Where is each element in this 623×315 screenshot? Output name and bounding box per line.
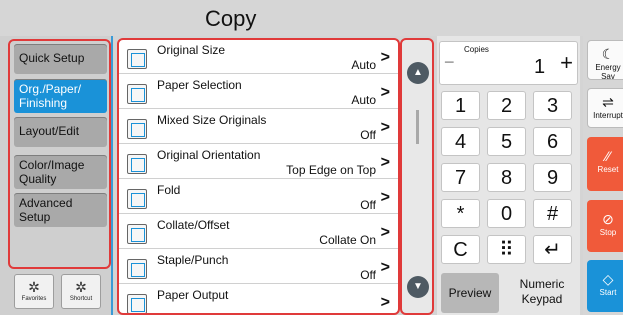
copies-value: 1 bbox=[534, 56, 546, 78]
original-size-icon bbox=[127, 49, 147, 69]
interrupt-button[interactable]: ⇌ Interrupt bbox=[587, 88, 623, 128]
chevron-down-icon: ▼ bbox=[413, 281, 423, 292]
energy-saver-button[interactable]: ☾ Energy Sav bbox=[587, 40, 623, 80]
category-highlight: Quick Setup Org./Paper/ Finishing Layout… bbox=[8, 39, 111, 269]
setting-value: Collate On bbox=[319, 233, 376, 247]
setting-label: Fold bbox=[157, 183, 181, 197]
favorites-button[interactable]: ✲ Favorites bbox=[14, 274, 54, 309]
scrollbar-thumb[interactable] bbox=[416, 110, 419, 144]
moon-icon: ☾ bbox=[601, 46, 615, 62]
original-orientation-icon bbox=[127, 154, 147, 174]
shortcut-icon: ✲ bbox=[75, 279, 87, 295]
chevron-right-icon: > bbox=[380, 294, 390, 311]
interrupt-icon: ⇌ bbox=[602, 94, 614, 110]
scroll-down-button[interactable]: ▼ bbox=[407, 276, 429, 298]
setting-label: Original Orientation bbox=[157, 148, 261, 162]
energy-saver-label: Energy Sav bbox=[595, 63, 621, 80]
category-layout-edit[interactable]: Layout/Edit bbox=[14, 117, 107, 147]
key-1[interactable]: 1 bbox=[441, 91, 480, 120]
setting-label: Mixed Size Originals bbox=[157, 113, 267, 127]
key-hash[interactable]: # bbox=[533, 199, 572, 228]
paper-output-icon bbox=[127, 294, 147, 313]
category-org-paper-finishing[interactable]: Org./Paper/ Finishing bbox=[14, 79, 107, 113]
chevron-right-icon: > bbox=[380, 224, 390, 241]
setting-value: Top Edge on Top bbox=[286, 163, 376, 177]
setting-value: Off bbox=[360, 198, 376, 212]
category-color-image-quality[interactable]: Color/Image Quality bbox=[14, 155, 107, 189]
stop-icon: ⊘ bbox=[602, 211, 614, 227]
start-button[interactable]: ◇ Start bbox=[587, 260, 623, 312]
title-bar: Copy bbox=[0, 0, 623, 36]
reset-button[interactable]: ⁄⁄ Reset bbox=[587, 137, 623, 191]
key-5[interactable]: 5 bbox=[487, 127, 526, 156]
setting-value: Off bbox=[360, 128, 376, 142]
chevron-right-icon: > bbox=[380, 154, 390, 171]
key-3[interactable]: 3 bbox=[533, 91, 572, 120]
setting-label: Paper Selection bbox=[157, 78, 242, 92]
scroll-up-button[interactable]: ▲ bbox=[407, 62, 429, 84]
start-label: Start bbox=[599, 288, 617, 297]
chevron-right-icon: > bbox=[380, 259, 390, 276]
chevron-right-icon: > bbox=[380, 119, 390, 136]
category-quick-setup[interactable]: Quick Setup bbox=[14, 44, 107, 74]
key-asterisk[interactable]: * bbox=[441, 199, 480, 228]
key-9[interactable]: 9 bbox=[533, 163, 572, 192]
fold-icon bbox=[127, 189, 147, 209]
key-clear[interactable]: C bbox=[441, 235, 480, 264]
copies-label: Copies bbox=[464, 45, 489, 54]
setting-value: Auto bbox=[351, 93, 376, 107]
setting-value: Auto bbox=[351, 58, 376, 72]
setting-row-fold[interactable]: Fold Off > bbox=[119, 180, 398, 214]
setting-label: Collate/Offset bbox=[157, 218, 230, 232]
interrupt-label: Interrupt bbox=[593, 111, 623, 120]
preview-button[interactable]: Preview bbox=[441, 273, 499, 313]
paper-selection-icon bbox=[127, 84, 147, 104]
start-icon: ◇ bbox=[602, 271, 614, 287]
key-6[interactable]: 6 bbox=[533, 127, 572, 156]
setting-value: Off bbox=[360, 268, 376, 282]
setting-label: Staple/Punch bbox=[157, 253, 229, 267]
setting-label: Paper Output bbox=[157, 288, 229, 302]
favorites-label: Favorites bbox=[21, 296, 47, 302]
shortcut-button[interactable]: ✲ Shortcut bbox=[61, 274, 101, 309]
copies-field[interactable]: − Copies 1 + bbox=[439, 41, 578, 85]
stop-button[interactable]: ⊘ Stop bbox=[587, 200, 623, 252]
key-0[interactable]: 0 bbox=[487, 199, 526, 228]
reset-label: Reset bbox=[597, 165, 619, 174]
setting-row-paper-selection[interactable]: Paper Selection Auto > bbox=[119, 75, 398, 109]
setting-row-mixed-size-originals[interactable]: Mixed Size Originals Off > bbox=[119, 110, 398, 144]
key-grid[interactable]: ⠿ bbox=[487, 235, 526, 264]
settings-list: Original Size Auto > Paper Selection Aut… bbox=[117, 38, 400, 315]
setting-row-original-orientation[interactable]: Original Orientation Top Edge on Top > bbox=[119, 145, 398, 179]
numeric-keypad-button[interactable]: Numeric Keypad bbox=[507, 273, 577, 313]
chevron-right-icon: > bbox=[380, 189, 390, 206]
key-8[interactable]: 8 bbox=[487, 163, 526, 192]
key-2[interactable]: 2 bbox=[487, 91, 526, 120]
key-enter[interactable]: ↵ bbox=[533, 235, 572, 264]
key-7[interactable]: 7 bbox=[441, 163, 480, 192]
page-title: Copy bbox=[205, 6, 257, 31]
collate-offset-icon bbox=[127, 224, 147, 244]
staple-punch-icon bbox=[127, 259, 147, 279]
setting-label: Original Size bbox=[157, 43, 226, 57]
mixed-size-originals-icon bbox=[127, 119, 147, 139]
keypad-panel: − Copies 1 + 1 2 3 4 5 6 7 8 9 * 0 # C ⠿… bbox=[437, 36, 580, 315]
setting-row-paper-output[interactable]: Paper Output > bbox=[119, 285, 398, 313]
setting-row-collate-offset[interactable]: Collate/Offset Collate On > bbox=[119, 215, 398, 249]
stop-label: Stop bbox=[599, 228, 617, 237]
action-column: ☾ Energy Sav ⇌ Interrupt ⁄⁄ Reset ⊘ Stop… bbox=[583, 36, 623, 315]
setting-row-original-size[interactable]: Original Size Auto > bbox=[119, 40, 398, 74]
reset-icon: ⁄⁄ bbox=[605, 148, 611, 164]
category-advanced-setup[interactable]: Advanced Setup bbox=[14, 193, 107, 227]
shortcut-label: Shortcut bbox=[69, 296, 93, 302]
key-4[interactable]: 4 bbox=[441, 127, 480, 156]
scroll-column: ▲ ▼ bbox=[400, 38, 434, 315]
copies-minus-button[interactable]: − bbox=[444, 52, 455, 73]
setting-row-staple-punch[interactable]: Staple/Punch Off > bbox=[119, 250, 398, 284]
favorites-icon: ✲ bbox=[28, 279, 40, 295]
chevron-right-icon: > bbox=[380, 49, 390, 66]
chevron-up-icon: ▲ bbox=[413, 67, 423, 78]
copies-plus-button[interactable]: + bbox=[560, 50, 573, 76]
chevron-right-icon: > bbox=[380, 84, 390, 101]
